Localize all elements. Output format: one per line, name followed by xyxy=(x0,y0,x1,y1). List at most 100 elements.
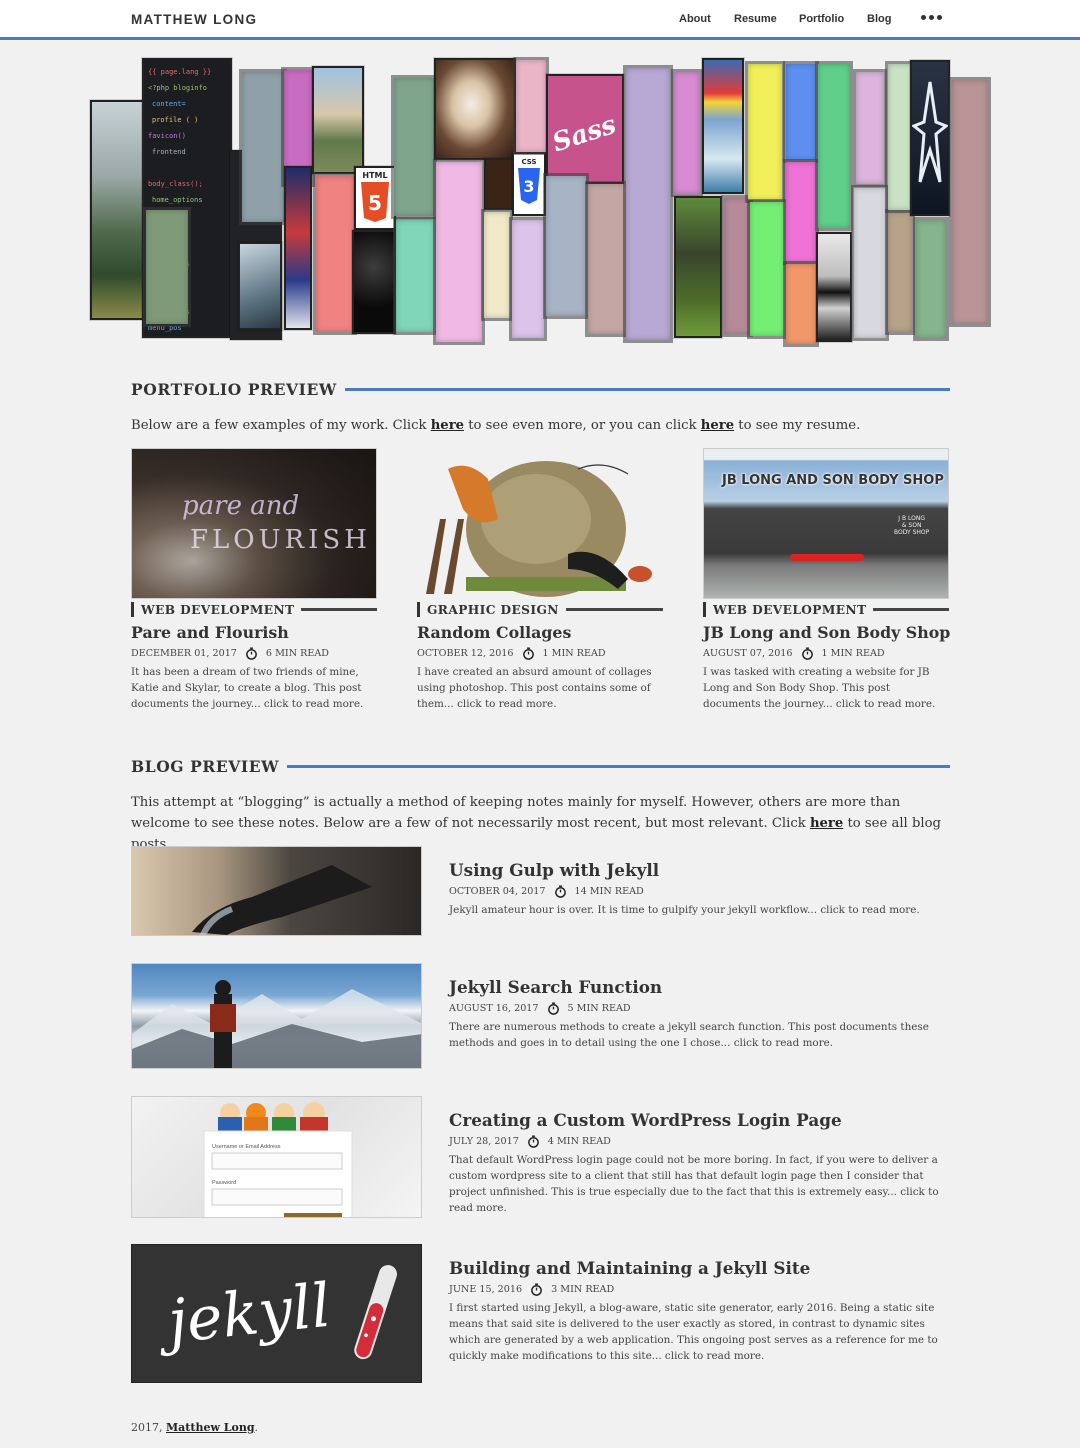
jekyll-logo-text: jekyll xyxy=(164,1270,334,1358)
post-meta: DECEMBER 01, 2017 6 MIN READ xyxy=(131,647,377,660)
strip-teal xyxy=(394,78,434,216)
post-excerpt: That default WordPress login page could … xyxy=(449,1154,939,1214)
read-time: 6 MIN READ xyxy=(265,648,329,659)
strip-blue xyxy=(786,64,816,160)
strip-taupe xyxy=(588,184,626,334)
stopwatch-icon xyxy=(531,1283,542,1296)
svg-text:<?php bloginfo: <?php bloginfo xyxy=(148,84,207,92)
pare-flourish-thumbnail[interactable]: pare and FLOURISH xyxy=(131,448,377,599)
strip-khaki xyxy=(888,212,912,332)
more-dots-icon[interactable] xyxy=(921,15,942,20)
stopwatch-icon xyxy=(522,647,534,660)
post-meta: JUNE 15, 2016 3 MIN READ xyxy=(449,1283,941,1296)
sass-label: Sass xyxy=(549,110,620,159)
fisherman-photo xyxy=(312,66,364,174)
category-label: GRAPHIC DESIGN xyxy=(417,602,663,617)
dog-photo xyxy=(674,196,722,338)
post-date: JUNE 15, 2016 xyxy=(449,1284,523,1295)
strip-yellow xyxy=(748,64,782,200)
css3-label: CSS xyxy=(521,158,536,166)
hero-collage: {{ page.lang }} <?php bloginfo content= … xyxy=(90,52,990,352)
svg-text:frontend: frontend xyxy=(152,148,186,156)
footer: 2017, Matthew Long. xyxy=(131,1421,259,1434)
footer-author-link[interactable]: Matthew Long xyxy=(166,1421,255,1434)
stopwatch-icon xyxy=(801,647,813,660)
strip-mint xyxy=(396,220,434,332)
top-nav-bar: MATTHEW LONG About Resume Portfolio Blog xyxy=(0,0,1080,40)
coffee-photo xyxy=(434,58,516,160)
card-excerpt: I have created an absurd amount of colla… xyxy=(417,666,652,710)
site-brand[interactable]: MATTHEW LONG xyxy=(131,12,257,27)
read-time: 1 MIN READ xyxy=(821,648,885,659)
post-meta: AUGUST 16, 2017 5 MIN READ xyxy=(449,1002,941,1015)
post-meta: JULY 28, 2017 4 MIN READ xyxy=(449,1135,941,1148)
heading-rule xyxy=(344,388,950,391)
jekyll-thumbnail[interactable]: jekyll xyxy=(131,1244,422,1383)
post-date: OCTOBER 12, 2016 xyxy=(417,648,514,659)
card-title[interactable]: Pare and Flourish xyxy=(131,623,377,642)
jb-long-thumbnail[interactable]: JB LONG AND SON BODY SHOP J B LONG & SON B… xyxy=(703,448,949,599)
post-meta: AUGUST 07, 2016 1 MIN READ xyxy=(703,647,949,660)
random-collages-thumbnail[interactable] xyxy=(417,448,663,599)
portfolio-section-heading: PORTFOLIO PREVIEW xyxy=(131,380,950,399)
card-excerpt: I was tasked with creating a website for… xyxy=(703,666,936,710)
post-title[interactable]: Jekyll Search Function xyxy=(449,977,941,997)
svg-text:body_class();: body_class(); xyxy=(148,180,203,188)
parasail-photo xyxy=(702,58,744,194)
wordpress-login-thumbnail[interactable]: Username or Email Address Password xyxy=(131,1096,422,1218)
strip-thistle xyxy=(856,72,884,184)
post-title[interactable]: Building and Maintaining a Jekyll Site xyxy=(449,1258,941,1278)
post-date: AUGUST 07, 2016 xyxy=(703,648,793,659)
strip-rose xyxy=(516,60,546,152)
cta-button xyxy=(790,554,864,561)
portfolio-more-link[interactable]: here xyxy=(431,418,464,433)
svg-text:5: 5 xyxy=(368,191,382,215)
strip-salmon xyxy=(316,176,354,332)
nav-resume[interactable]: Resume xyxy=(734,13,777,25)
html5-logo-image: HTML 5 xyxy=(354,166,396,230)
post-date: AUGUST 16, 2017 xyxy=(449,1003,539,1014)
post-title[interactable]: Creating a Custom WordPress Login Page xyxy=(449,1110,941,1130)
css3-logo-image: CSS 3 xyxy=(512,152,546,216)
post-meta: OCTOBER 12, 2016 1 MIN READ xyxy=(417,647,663,660)
heading-rule xyxy=(287,765,950,768)
strip-lime xyxy=(750,202,784,336)
post-date: OCTOBER 04, 2017 xyxy=(449,886,546,897)
svg-text:profile ( ): profile ( ) xyxy=(152,116,198,124)
post-date: DECEMBER 01, 2017 xyxy=(131,648,237,659)
darth-vader-photo xyxy=(352,230,396,334)
nav-about[interactable]: About xyxy=(679,13,711,25)
blog-heading: BLOG PREVIEW xyxy=(131,757,280,776)
post-excerpt: Jekyll amateur hour is over. It is time … xyxy=(449,904,920,916)
read-time: 3 MIN READ xyxy=(551,1284,615,1295)
strip-hotpink xyxy=(786,162,816,262)
post-title[interactable]: Using Gulp with Jekyll xyxy=(449,860,941,880)
nav-portfolio[interactable]: Portfolio xyxy=(799,13,844,25)
strip-steel xyxy=(546,176,586,316)
stopwatch-icon xyxy=(554,885,566,898)
strip-mauve xyxy=(724,198,750,334)
card-title[interactable]: JB Long and Son Body Shop xyxy=(703,623,950,642)
portfolio-card: GRAPHIC DESIGN Random Collages OCTOBER 1… xyxy=(417,448,663,712)
sass-logo-image: Sass xyxy=(546,74,624,184)
html5-label: HTML xyxy=(362,171,387,180)
read-time: 14 MIN READ xyxy=(574,886,644,897)
card-excerpt: It has been a dream of two friends of mi… xyxy=(131,666,364,710)
read-time: 4 MIN READ xyxy=(547,1136,611,1147)
category-label: WEB DEVELOPMENT xyxy=(703,602,949,617)
stadium-photo xyxy=(284,166,312,330)
resume-link[interactable]: here xyxy=(701,418,734,433)
strip-sage xyxy=(146,210,188,324)
portfolio-card: pare and FLOURISH WEB DEVELOPMENT Pare a… xyxy=(131,448,377,712)
nav-blog[interactable]: Blog xyxy=(867,13,891,25)
svg-text:content=: content= xyxy=(152,100,186,108)
strip-green xyxy=(818,64,850,228)
gulp-thumbnail[interactable] xyxy=(131,846,422,936)
mountain-photo xyxy=(90,100,144,320)
svg-text:favicon(): favicon() xyxy=(148,132,186,140)
white-walker-photo xyxy=(238,242,282,330)
card-title[interactable]: Random Collages xyxy=(417,623,663,642)
stormtrooper-photo xyxy=(816,232,852,342)
search-thumbnail[interactable] xyxy=(131,963,422,1069)
all-posts-link[interactable]: here xyxy=(810,816,843,831)
